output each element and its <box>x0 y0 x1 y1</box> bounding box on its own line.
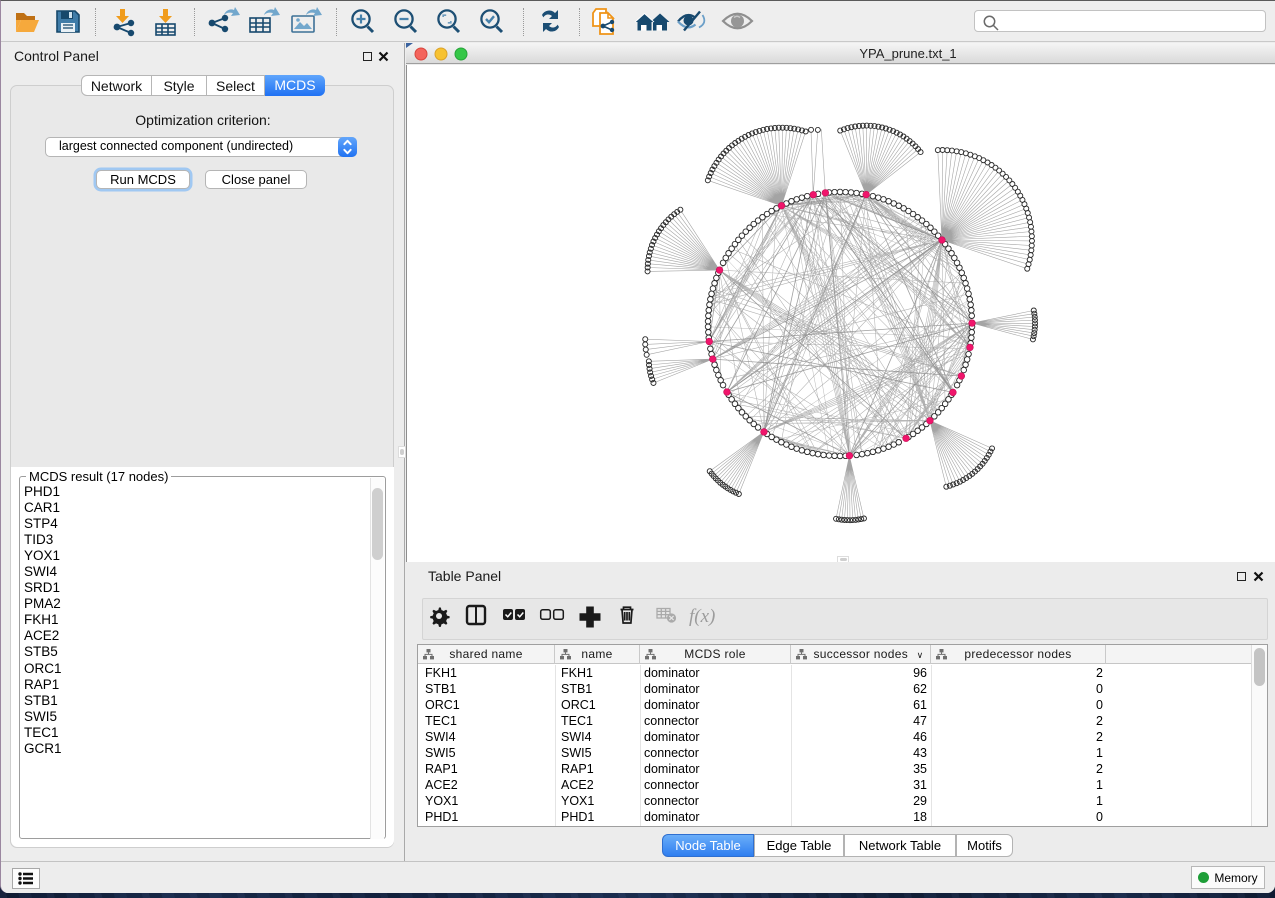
svg-text:f(x): f(x) <box>689 606 715 627</box>
